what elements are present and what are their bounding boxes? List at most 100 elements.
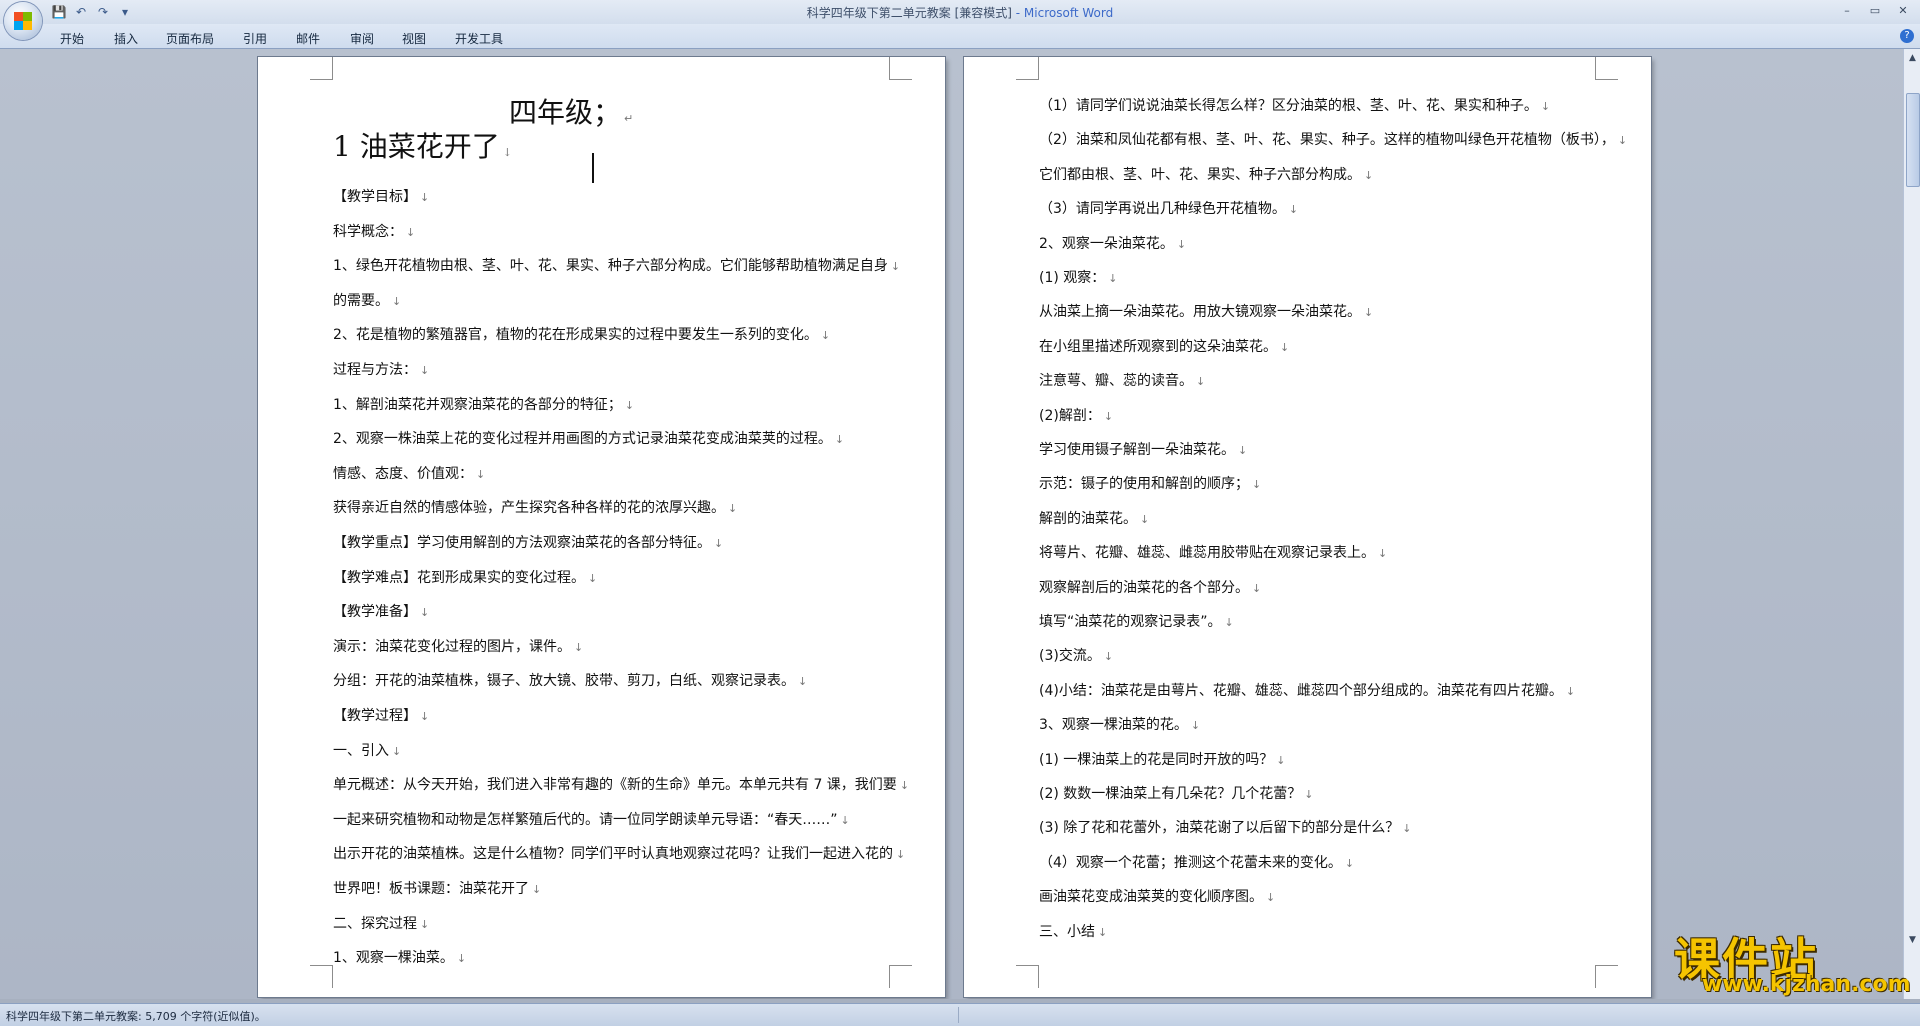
maximize-button[interactable]: ▭ (1862, 2, 1888, 20)
site-watermark: 课件站 www.kjzhan.com (1666, 924, 1916, 1000)
document-line: 示范：镊子的使用和解剖的顺序； ↓ (1039, 473, 1261, 493)
margin-corner-marker (310, 965, 333, 988)
margin-corner-marker (1595, 965, 1618, 988)
paragraph-mark: ↓ (1190, 719, 1201, 733)
document-line: 画油菜花变成油菜荚的变化顺序图。 ↓ (1039, 886, 1275, 906)
paragraph-mark: ↓ (1140, 512, 1150, 526)
line-text: 1、观察一棵油菜。 (333, 950, 454, 967)
paragraph-mark: ↓ (532, 883, 542, 896)
paragraph-mark: ↓ (420, 710, 430, 723)
document-workspace: 四年级； ↵ 1 油菜花开了 ↓ 【教学目标】 ↓ 科学概念： ↓ 1、绿色开花植物由根、茎… (0, 49, 1903, 999)
line-text: 2、花是植物的繁殖器官，植物的花在形成果实的过程中要发生一系列的变化。 (333, 327, 818, 344)
paragraph-mark: ↓ (420, 191, 430, 204)
minimize-button[interactable]: – (1834, 2, 1860, 20)
document-line: 填写“油菜花的观察记录表”。 ↓ (1039, 611, 1234, 631)
line-text: 【教学难点】花到形成果实的变化过程。 (333, 569, 585, 586)
paragraph-mark: ↓ (420, 606, 430, 620)
tab-insert[interactable]: 插入 (114, 30, 138, 47)
paragraph-mark: ↓ (1103, 650, 1114, 664)
document-line: 1、绿色开花植物由根、茎、叶、花、果实、种子六部分构成。它们能够帮助植物满足自身… (333, 255, 900, 275)
paragraph-mark: ↓ (1565, 684, 1576, 698)
document-page-2[interactable]: （1）请同学们说说油菜长得怎么样？区分油菜的根、茎、叶、花、果实和种子。 ↓ （2）… (964, 57, 1651, 997)
paragraph-mark: ↓ (456, 952, 467, 966)
line-text: 2、观察一株油菜上花的变化过程并用画图的方式记录油菜花变成油菜荚的过程。 (333, 431, 832, 448)
paragraph-mark: ↓ (834, 433, 845, 447)
line-text: （2）油菜和凤仙花都有根、茎、叶、花、果实、种子。这样的植物叫绿色开花植物（板书… (1039, 132, 1615, 149)
document-line: 2、观察一株油菜上花的变化过程并用画图的方式记录油菜花变成油菜荚的过程。 ↓ (333, 428, 844, 448)
document-line: (3) 除了花和花蕾外，油菜花谢了以后留下的部分是什么？ ↓ (1039, 817, 1412, 837)
document-line: 【教学准备】 ↓ (333, 601, 429, 621)
line-text: (1) 观察： (1039, 270, 1106, 286)
document-line: 在小组里描述所观察到的这朵油菜花。 ↓ (1039, 336, 1289, 356)
paragraph-mark: ↓ (890, 260, 901, 274)
vertical-scrollbar[interactable]: ▲ ▼ (1903, 49, 1920, 999)
line-text: 【教学过程】 (333, 708, 417, 724)
tab-mailings[interactable]: 邮件 (296, 30, 320, 47)
paragraph-mark: ↓ (1103, 409, 1114, 423)
paragraph-mark: ↓ (840, 813, 850, 827)
tab-home[interactable]: 开始 (60, 30, 84, 47)
document-line: 二、探究过程 ↓ (333, 913, 429, 933)
document-line: 1、解剖油菜花并观察油菜花的各部分的特征； ↓ (333, 394, 634, 414)
tab-page-layout[interactable]: 页面布局 (166, 30, 214, 47)
margin-corner-marker (310, 57, 333, 80)
line-text: 3、观察一棵油菜的花。 (1039, 717, 1188, 734)
line-text: (2) 数数一棵油菜上有几朵花？几个花蕾？ (1039, 786, 1302, 802)
scrollbar-thumb[interactable] (1906, 93, 1920, 187)
ribbon-tabs: 开始 插入 页面布局 引用 邮件 审阅 视图 开发工具 ? (0, 24, 1920, 49)
tab-references[interactable]: 引用 (243, 30, 267, 47)
status-divider (958, 1007, 959, 1023)
document-line: 过程与方法： ↓ (333, 359, 429, 379)
paragraph-mark: ↓ (1378, 547, 1388, 561)
paragraph-mark: ↓ (1224, 616, 1234, 629)
paragraph-mark: ↓ (1304, 788, 1314, 801)
document-line: 将萼片、花瓣、雄蕊、雌蕊用胶带贴在观察记录表上。 ↓ (1039, 542, 1387, 562)
paragraph-mark: ↓ (1364, 306, 1374, 320)
status-text: 科学四年级下第二单元教案: 5,709 个字符(近似值)。 (6, 1010, 266, 1023)
document-line: 注意萼、瓣、蕊的读音。 ↓ (1039, 370, 1205, 390)
paragraph-mark: ↓ (1540, 100, 1551, 113)
line-text: 将萼片、花瓣、雄蕊、雌蕊用胶带贴在观察记录表上。 (1039, 545, 1375, 562)
line-text: 单元概述：从今天开始，我们进入非常有趣的《新的生命》单元。本单元共有 7 课，我… (333, 777, 897, 794)
paragraph-mark: ↓ (1402, 822, 1412, 836)
close-button[interactable]: ✕ (1890, 2, 1916, 20)
document-line: 学习使用镊子解剖一朵油菜花。 ↓ (1039, 439, 1247, 459)
text-cursor (592, 153, 594, 183)
line-text: 1、解剖油菜花并观察油菜花的各部分的特征； (333, 396, 622, 413)
paragraph-mark: ↓ (420, 917, 430, 931)
paragraph-mark: ↓ (624, 398, 635, 412)
office-button[interactable] (4, 2, 42, 40)
paragraph-mark: ↓ (1364, 168, 1374, 182)
paragraph-mark: ↓ (728, 502, 738, 516)
scroll-up-icon[interactable]: ▲ (1905, 51, 1920, 65)
line-text: (4)小结：油菜花是由萼片、花瓣、雄蕊、雌蕊四个部分组成的。油菜花有四片花瓣。 (1039, 682, 1563, 699)
tab-developer[interactable]: 开发工具 (455, 30, 503, 47)
line-text: 填写“油菜花的观察记录表”。 (1039, 614, 1222, 630)
document-line: 【教学目标】 ↓ (333, 186, 429, 206)
paragraph-mark: ↓ (899, 779, 910, 793)
line-text: 一、引入 (333, 742, 389, 759)
tab-view[interactable]: 视图 (402, 30, 426, 47)
help-icon[interactable]: ? (1900, 29, 1914, 43)
margin-corner-marker (889, 965, 912, 988)
line-text: 画油菜花变成油菜荚的变化顺序图。 (1039, 889, 1263, 906)
line-text: 演示：油菜花变化过程的图片，课件。 (333, 638, 571, 655)
document-line: 3、观察一棵油菜的花。 ↓ (1039, 714, 1200, 734)
document-line: (3)交流。 ↓ (1039, 645, 1113, 665)
paragraph-mark: ↓ (1617, 134, 1628, 148)
paragraph-mark: ↓ (1238, 444, 1248, 457)
line-text: 一起来研究植物和动物是怎样繁殖后代的。请一位同学朗读单元导语：“春天……” (333, 811, 838, 828)
paragraph-mark: ↓ (420, 364, 430, 377)
margin-corner-marker (889, 57, 912, 80)
document-line: 一起来研究植物和动物是怎样繁殖后代的。请一位同学朗读单元导语：“春天……” ↓ (333, 809, 850, 829)
line-text: （4）观察一个花蕾；推测这个花蕾未来的变化。 (1039, 854, 1342, 871)
window-title: 科学四年级下第二单元教案 [兼容模式] - Microsoft Word (0, 4, 1920, 21)
paragraph-mark: ↓ (588, 571, 598, 585)
paragraph-mark: ↓ (1176, 237, 1187, 251)
paragraph-mark: ↓ (1108, 272, 1118, 285)
line-text: 在小组里描述所观察到的这朵油菜花。 (1039, 338, 1277, 355)
document-line: 1、观察一棵油菜。 ↓ (333, 947, 466, 967)
document-line: 【教学重点】学习使用解剖的方法观察油菜花的各部分特征。 ↓ (333, 532, 723, 552)
document-page-1[interactable]: 四年级； ↵ 1 油菜花开了 ↓ 【教学目标】 ↓ 科学概念： ↓ 1、绿色开花植物由根、茎… (258, 57, 945, 997)
tab-review[interactable]: 审阅 (350, 30, 374, 47)
